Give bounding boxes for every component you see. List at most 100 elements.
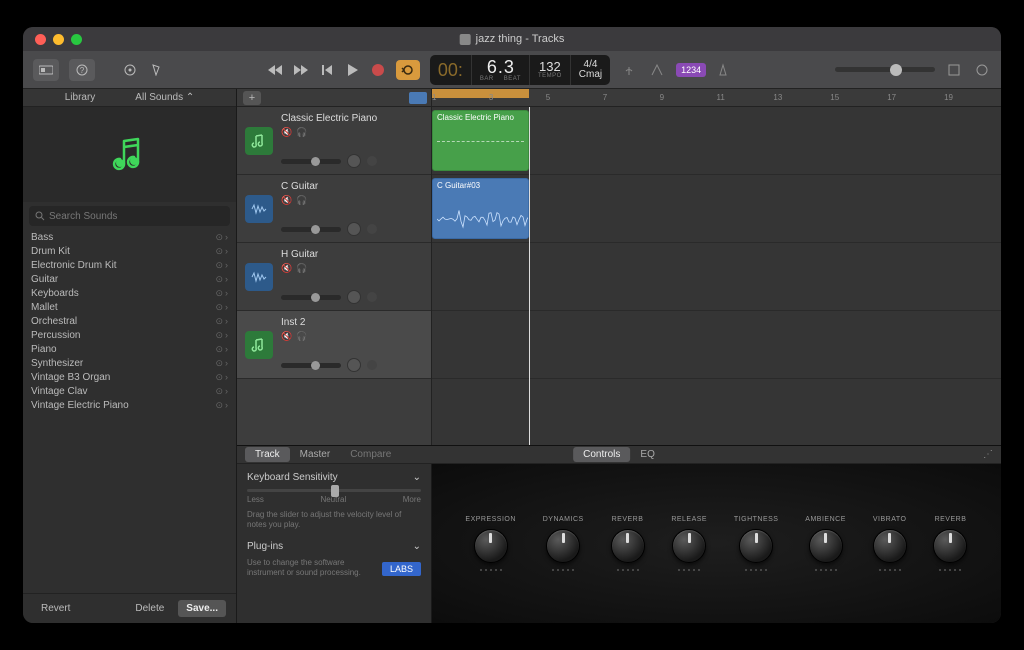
headphone-icon[interactable]: 🎧	[296, 195, 307, 206]
tab-controls[interactable]: Controls	[573, 447, 630, 462]
region[interactable]: C Guitar#03	[432, 178, 529, 239]
tab-eq[interactable]: EQ	[630, 447, 664, 462]
volume-slider[interactable]	[281, 159, 341, 164]
solo-button[interactable]	[367, 292, 377, 302]
cycle-button[interactable]	[396, 60, 420, 80]
knob-ambience[interactable]	[809, 529, 843, 563]
track-header[interactable]: Classic Electric Piano 🔇 🎧	[237, 107, 431, 175]
volume-slider[interactable]	[281, 227, 341, 232]
region[interactable]: Classic Electric Piano	[432, 110, 529, 171]
rewind-button[interactable]	[268, 63, 282, 77]
count-in-badge[interactable]: 1234	[676, 63, 706, 77]
record-button[interactable]	[372, 64, 384, 76]
all-sounds-dropdown[interactable]: All Sounds ⌃	[135, 92, 194, 103]
library-search[interactable]: Search Sounds	[29, 206, 230, 226]
mute-icon[interactable]: 🔇	[281, 195, 292, 206]
timeline-ruler[interactable]: 135791113151719	[432, 89, 1001, 106]
volume-slider[interactable]	[281, 363, 341, 368]
library-item[interactable]: Piano⊙›	[23, 342, 236, 356]
mute-icon[interactable]: 🔇	[281, 331, 292, 342]
headphone-icon[interactable]: 🎧	[296, 331, 307, 342]
headphone-icon[interactable]: 🎧	[296, 127, 307, 138]
library-item[interactable]: Keyboards⊙›	[23, 286, 236, 300]
library-item[interactable]: Synthesizer⊙›	[23, 356, 236, 370]
tab-compare[interactable]: Compare	[340, 447, 401, 462]
pan-knob[interactable]	[347, 154, 361, 168]
knob-tightness[interactable]	[739, 529, 773, 563]
knob-label: TIGHTNESS	[734, 516, 779, 523]
solo-button[interactable]	[367, 224, 377, 234]
headphone-icon[interactable]: 🎧	[296, 263, 307, 274]
library-toggle[interactable]	[33, 59, 59, 81]
library-item[interactable]: Vintage B3 Organ⊙›	[23, 370, 236, 384]
tab-track[interactable]: Track	[245, 447, 290, 462]
loops-toggle[interactable]	[973, 59, 991, 81]
track-header[interactable]: Inst 2 🔇 🎧	[237, 311, 431, 379]
track-type-icon	[245, 263, 273, 291]
sensitivity-slider[interactable]	[247, 489, 421, 492]
track-lane[interactable]	[432, 311, 1001, 379]
cycle-region[interactable]	[432, 89, 529, 98]
library-item[interactable]: Bass⊙›	[23, 230, 236, 244]
knob-reverb[interactable]	[933, 529, 967, 563]
automation-toggle[interactable]	[409, 92, 427, 104]
quick-help-toggle[interactable]: ?	[69, 59, 95, 81]
solo-button[interactable]	[367, 360, 377, 370]
smart-controls-toggle[interactable]	[121, 59, 139, 81]
track-header[interactable]: C Guitar 🔇 🎧	[237, 175, 431, 243]
solo-button[interactable]	[367, 156, 377, 166]
plugin-slot[interactable]: LABS	[382, 562, 421, 576]
library-item[interactable]: Vintage Clav⊙›	[23, 384, 236, 398]
track-lanes[interactable]: Classic Electric Piano C Guitar#03	[432, 107, 1001, 445]
knob-unit: DYNAMICS	[543, 516, 584, 571]
zoom-window[interactable]	[71, 34, 82, 45]
delete-button[interactable]: Delete	[127, 600, 172, 617]
mute-icon[interactable]: 🔇	[281, 263, 292, 274]
minimize-window[interactable]	[53, 34, 64, 45]
tab-master[interactable]: Master	[290, 447, 341, 462]
metronome-icon[interactable]	[716, 63, 730, 77]
notepad-toggle[interactable]	[945, 59, 963, 81]
revert-button[interactable]: Revert	[33, 600, 78, 617]
track-lane[interactable]: Classic Electric Piano	[432, 107, 1001, 175]
track-lane[interactable]	[432, 243, 1001, 311]
library-item[interactable]: Vintage Electric Piano⊙›	[23, 398, 236, 412]
disclosure-icon[interactable]: ⌄	[413, 541, 421, 552]
volume-slider[interactable]	[281, 295, 341, 300]
library-item[interactable]: Guitar⊙›	[23, 272, 236, 286]
go-to-start-button[interactable]	[320, 63, 334, 77]
knob-vibrato[interactable]	[873, 529, 907, 563]
count-in-button[interactable]	[648, 59, 666, 81]
pan-knob[interactable]	[347, 222, 361, 236]
track-header[interactable]: H Guitar 🔇 🎧	[237, 243, 431, 311]
library-item[interactable]: Drum Kit⊙›	[23, 244, 236, 258]
editors-toggle[interactable]	[149, 59, 163, 81]
forward-button[interactable]	[294, 63, 308, 77]
play-button[interactable]	[346, 63, 360, 77]
region-label: Classic Electric Piano	[437, 113, 514, 122]
arpeggiator-icon[interactable]: ⋰	[983, 449, 993, 460]
disclosure-icon[interactable]: ⌄	[413, 472, 421, 483]
tuner-button[interactable]	[620, 59, 638, 81]
lcd-display[interactable]: 00: 6.3 BARBEAT 132 TEMPO 4/4 Cmaj	[430, 55, 610, 85]
pan-knob[interactable]	[347, 358, 361, 372]
pan-knob[interactable]	[347, 290, 361, 304]
save-button[interactable]: Save...	[178, 600, 226, 617]
library-tab[interactable]: Library	[65, 92, 96, 103]
window-title-text: jazz thing - Tracks	[476, 33, 565, 45]
knob-reverb[interactable]	[611, 529, 645, 563]
knob-release[interactable]	[672, 529, 706, 563]
playhead[interactable]	[529, 107, 530, 445]
library-item[interactable]: Orchestral⊙›	[23, 314, 236, 328]
track-lane[interactable]: C Guitar#03	[432, 175, 1001, 243]
library-item[interactable]: Electronic Drum Kit⊙›	[23, 258, 236, 272]
knob-unit: TIGHTNESS	[734, 516, 779, 571]
knob-dynamics[interactable]	[546, 529, 580, 563]
add-track-button[interactable]: +	[243, 91, 261, 105]
knob-expression[interactable]	[474, 529, 508, 563]
close-window[interactable]	[35, 34, 46, 45]
mute-icon[interactable]: 🔇	[281, 127, 292, 138]
master-volume-slider[interactable]	[835, 67, 935, 72]
library-item[interactable]: Percussion⊙›	[23, 328, 236, 342]
library-item[interactable]: Mallet⊙›	[23, 300, 236, 314]
